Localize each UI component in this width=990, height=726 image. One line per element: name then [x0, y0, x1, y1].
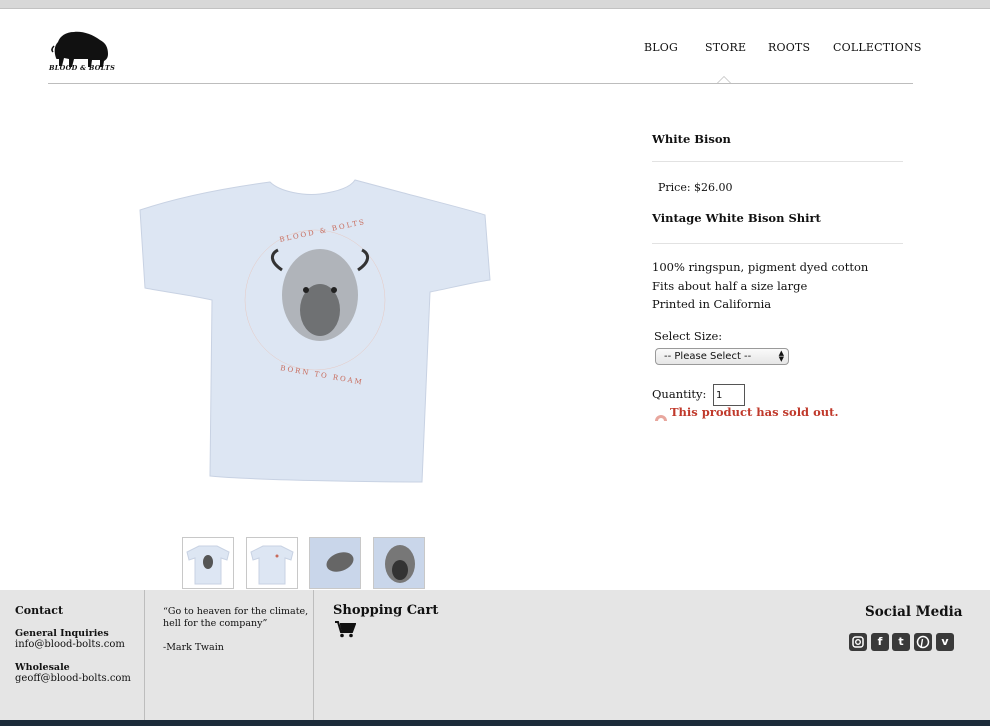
quantity-label: Quantity:: [652, 387, 707, 401]
logo-text: BLOOD & BOLTS: [49, 64, 116, 72]
size-select[interactable]: -- Please Select -- ▲ ▼: [655, 348, 789, 365]
pinterest-icon[interactable]: [914, 633, 932, 651]
quantity-input[interactable]: 1: [713, 384, 745, 406]
footer-divider: [144, 590, 145, 720]
shirt-front-thumb-icon: [250, 545, 294, 585]
product-detail: 100% ringspun, pigment dyed cotton: [652, 260, 869, 274]
facebook-icon[interactable]: f: [871, 633, 889, 651]
nav-roots[interactable]: ROOTS: [768, 41, 810, 54]
quote-line: hell for the company”: [163, 618, 268, 629]
social-heading: Social Media: [865, 604, 963, 620]
thumbnail-back[interactable]: [182, 537, 234, 589]
nav-blog[interactable]: BLOG: [644, 41, 678, 54]
product-detail: Fits about half a size large: [652, 279, 808, 293]
tumblr-icon[interactable]: t: [892, 633, 910, 651]
thumbnail-front[interactable]: [246, 537, 298, 589]
product-image: BLOOD & BOLTS BORN TO ROAM: [139, 179, 491, 483]
thumbnail-detail-1[interactable]: [309, 537, 361, 589]
quote-line: “Go to heaven for the climate,: [163, 606, 309, 617]
cart-heading[interactable]: Shopping Cart: [333, 603, 438, 618]
shopping-cart-icon[interactable]: [334, 620, 356, 638]
product-subtitle: Vintage White Bison Shirt: [652, 211, 821, 225]
print-detail-thumb-icon: [326, 552, 354, 572]
wholesale-email-link[interactable]: geoff@blood-bolts.com: [15, 673, 131, 684]
size-select-value: -- Please Select --: [664, 351, 752, 362]
instagram-icon[interactable]: [849, 633, 867, 651]
general-email-link[interactable]: info@blood-bolts.com: [15, 639, 125, 650]
wholesale-label: Wholesale: [15, 662, 70, 673]
header-divider: [48, 83, 913, 84]
thumbnail-detail-2[interactable]: [373, 537, 425, 589]
footer: [0, 590, 990, 720]
product-detail: Printed in California: [652, 297, 772, 311]
browser-top-strip: [0, 0, 990, 9]
general-inquiries-label: General Inquiries: [15, 628, 109, 639]
contact-heading: Contact: [15, 604, 64, 617]
product-price: Price: $26.00: [658, 181, 733, 194]
bison-closeup-thumb-icon: [385, 545, 415, 583]
warning-icon: [655, 415, 667, 421]
sold-out-message: This product has sold out.: [670, 405, 839, 419]
select-arrows-icon: ▲ ▼: [778, 349, 784, 363]
divider: [652, 161, 903, 162]
active-nav-caret: [717, 76, 731, 83]
size-label: Select Size:: [654, 329, 723, 343]
vimeo-icon[interactable]: v: [936, 633, 954, 651]
divider: [652, 243, 903, 244]
footer-divider: [313, 590, 314, 720]
product-title: White Bison: [652, 132, 731, 146]
shirt-back-thumb-icon: [186, 545, 230, 585]
quote-author: -Mark Twain: [163, 642, 224, 653]
nav-collections[interactable]: COLLECTIONS: [833, 41, 922, 54]
footer-bottom-strip: [0, 720, 990, 726]
nav-store[interactable]: STORE: [705, 41, 746, 54]
